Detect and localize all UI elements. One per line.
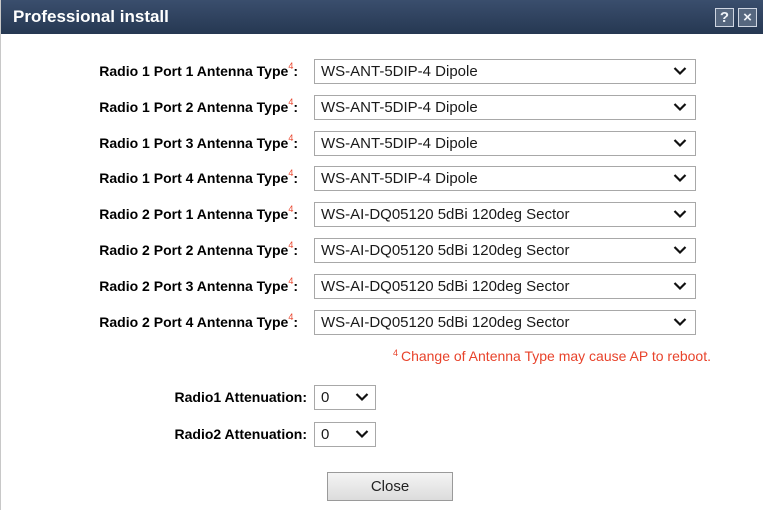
antenna-type-select-r1p1[interactable]: WS-ANT-5DIP-4 Dipole bbox=[314, 59, 696, 84]
chevron-down-icon bbox=[673, 318, 687, 327]
chevron-down-icon bbox=[673, 246, 687, 255]
antenna-type-select-r2p3[interactable]: WS-AI-DQ05120 5dBi 120deg Sector bbox=[314, 274, 696, 299]
antenna-row-r2p4: Radio 2 Port 4 Antenna Type4: WS-AI-DQ05… bbox=[1, 310, 763, 336]
antenna-row-r2p3: Radio 2 Port 3 Antenna Type4: WS-AI-DQ05… bbox=[1, 274, 763, 300]
chevron-down-icon bbox=[673, 174, 687, 183]
antenna-label: Radio 1 Port 2 Antenna Type4: bbox=[99, 97, 298, 115]
antenna-label: Radio 1 Port 3 Antenna Type4: bbox=[99, 133, 298, 151]
antenna-type-select-r2p1[interactable]: WS-AI-DQ05120 5dBi 120deg Sector bbox=[314, 202, 696, 227]
radio1-attenuation-row: Radio1 Attenuation: 0 bbox=[1, 385, 763, 411]
antenna-label: Radio 2 Port 1 Antenna Type4: bbox=[99, 204, 298, 222]
radio2-attenuation-select[interactable]: 0 bbox=[314, 422, 376, 447]
close-button[interactable]: Close bbox=[327, 472, 453, 501]
antenna-label: Radio 1 Port 4 Antenna Type4: bbox=[99, 168, 298, 186]
selected-value: WS-AI-DQ05120 5dBi 120deg Sector bbox=[321, 314, 570, 331]
selected-value: WS-ANT-5DIP-4 Dipole bbox=[321, 99, 478, 116]
chevron-down-icon bbox=[673, 139, 687, 148]
antenna-label: Radio 2 Port 4 Antenna Type4: bbox=[99, 312, 298, 330]
radio1-attenuation-label: Radio1 Attenuation: bbox=[174, 389, 307, 405]
selected-value: WS-AI-DQ05120 5dBi 120deg Sector bbox=[321, 278, 570, 295]
selected-value: WS-AI-DQ05120 5dBi 120deg Sector bbox=[321, 242, 570, 259]
footnote-marker: 4 bbox=[392, 348, 398, 358]
dialog-title: Professional install bbox=[13, 7, 169, 26]
antenna-row-r1p1: Radio 1 Port 1 Antenna Type4: WS-ANT-5DI… bbox=[1, 59, 763, 85]
antenna-row-r1p4: Radio 1 Port 4 Antenna Type4: WS-ANT-5DI… bbox=[1, 166, 763, 192]
professional-install-dialog: Professional install ? × Radio 1 Port 1 … bbox=[0, 0, 763, 510]
antenna-type-select-r1p3[interactable]: WS-ANT-5DIP-4 Dipole bbox=[314, 131, 696, 156]
antenna-label: Radio 2 Port 2 Antenna Type4: bbox=[99, 240, 298, 258]
radio2-attenuation-row: Radio2 Attenuation: 0 bbox=[1, 422, 763, 448]
close-icon[interactable]: × bbox=[738, 8, 757, 27]
radio1-attenuation-select[interactable]: 0 bbox=[314, 385, 376, 410]
selected-value: 0 bbox=[321, 389, 330, 406]
antenna-label: Radio 1 Port 1 Antenna Type4: bbox=[99, 61, 298, 79]
selected-value: 0 bbox=[321, 426, 330, 443]
selected-value: WS-AI-DQ05120 5dBi 120deg Sector bbox=[321, 206, 570, 223]
selected-value: WS-ANT-5DIP-4 Dipole bbox=[321, 135, 478, 152]
selected-value: WS-ANT-5DIP-4 Dipole bbox=[321, 170, 478, 187]
antenna-label: Radio 2 Port 3 Antenna Type4: bbox=[99, 276, 298, 294]
antenna-type-select-r2p4[interactable]: WS-AI-DQ05120 5dBi 120deg Sector bbox=[314, 310, 696, 335]
help-icon[interactable]: ? bbox=[715, 8, 734, 27]
radio2-attenuation-label: Radio2 Attenuation: bbox=[174, 426, 307, 442]
antenna-row-r2p2: Radio 2 Port 2 Antenna Type4: WS-AI-DQ05… bbox=[1, 238, 763, 264]
chevron-down-icon bbox=[673, 103, 687, 112]
chevron-down-icon bbox=[355, 393, 369, 402]
chevron-down-icon bbox=[673, 282, 687, 291]
chevron-down-icon bbox=[673, 210, 687, 219]
reboot-warning-note: 4 Change of Antenna Type may cause AP to … bbox=[1, 348, 711, 364]
antenna-type-select-r2p2[interactable]: WS-AI-DQ05120 5dBi 120deg Sector bbox=[314, 238, 696, 263]
chevron-down-icon bbox=[355, 430, 369, 439]
note-text: Change of Antenna Type may cause AP to r… bbox=[400, 348, 711, 364]
chevron-down-icon bbox=[673, 67, 687, 76]
antenna-row-r2p1: Radio 2 Port 1 Antenna Type4: WS-AI-DQ05… bbox=[1, 202, 763, 228]
selected-value: WS-ANT-5DIP-4 Dipole bbox=[321, 63, 478, 80]
antenna-row-r1p3: Radio 1 Port 3 Antenna Type4: WS-ANT-5DI… bbox=[1, 131, 763, 157]
antenna-row-r1p2: Radio 1 Port 2 Antenna Type4: WS-ANT-5DI… bbox=[1, 95, 763, 121]
antenna-type-select-r1p2[interactable]: WS-ANT-5DIP-4 Dipole bbox=[314, 95, 696, 120]
antenna-type-select-r1p4[interactable]: WS-ANT-5DIP-4 Dipole bbox=[314, 166, 696, 191]
title-bar: Professional install ? × bbox=[1, 0, 763, 34]
